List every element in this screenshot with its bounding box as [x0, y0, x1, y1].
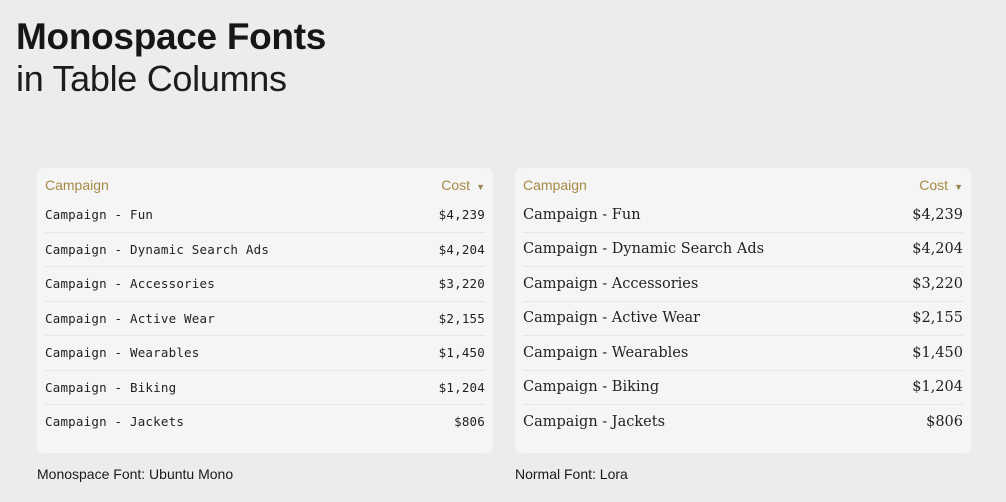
table-header: Campaign Cost ▼	[523, 172, 963, 198]
table-row: Campaign - Accessories $3,220	[523, 267, 963, 302]
campaign-cell: Campaign - Wearables	[45, 345, 200, 361]
cost-cell: $1,204	[438, 379, 485, 395]
column-header-cost-label: Cost	[441, 177, 471, 193]
campaign-cell: Campaign - Biking	[45, 379, 177, 395]
table-row: Campaign - Accessories $3,220	[45, 267, 485, 302]
table-header: Campaign Cost ▼	[45, 172, 485, 198]
column-header-campaign[interactable]: Campaign	[45, 177, 109, 193]
title-line-2: in Table Columns	[16, 58, 287, 99]
table-row: Campaign - Wearables $1,450	[45, 336, 485, 371]
title-line-1: Monospace Fonts	[16, 16, 327, 57]
table-body: Campaign - Fun $4,239 Campaign - Dynamic …	[45, 198, 485, 439]
campaign-cell: Campaign - Accessories	[523, 275, 699, 292]
caption-normal: Normal Font: Lora	[515, 466, 628, 482]
campaign-cell: Campaign - Wearables	[523, 344, 689, 361]
column-header-cost[interactable]: Cost ▼	[441, 177, 485, 193]
cost-cell: $1,450	[912, 344, 963, 361]
table-row: Campaign - Biking $1,204	[523, 371, 963, 405]
campaign-cell: Campaign - Active Wear	[45, 310, 215, 326]
monospace-table: Campaign Cost ▼ Campaign - Fun $4,239 Camp…	[37, 168, 493, 453]
cost-cell: $2,155	[438, 310, 485, 326]
table-row: Campaign - Active Wear $2,155	[45, 302, 485, 336]
cost-cell: $4,204	[438, 241, 485, 257]
table-row: Campaign - Biking $1,204	[45, 371, 485, 405]
table-body: Campaign - Fun $4,239 Campaign - Dynamic …	[523, 198, 963, 439]
campaign-cell: Campaign - Accessories	[45, 276, 215, 292]
campaign-cell: Campaign - Dynamic Search Ads	[45, 241, 270, 257]
column-header-cost-label: Cost	[919, 177, 949, 193]
campaign-cell: Campaign - Dynamic Search Ads	[523, 241, 765, 258]
cost-cell: $4,239	[438, 207, 485, 223]
table-row: Campaign - Wearables $1,450	[523, 336, 963, 371]
cost-cell: $4,204	[912, 241, 963, 258]
campaign-cell: Campaign - Fun	[45, 207, 154, 223]
slide-title: Monospace Fonts in Table Columns	[16, 18, 326, 97]
cost-cell: $3,220	[438, 276, 485, 292]
cost-cell: $806	[926, 413, 963, 430]
table-row: Campaign - Jackets $806	[523, 405, 963, 439]
campaign-cell: Campaign - Jackets	[45, 414, 185, 430]
sort-desc-icon: ▼	[476, 182, 485, 192]
cost-cell: $3,220	[912, 275, 963, 292]
column-header-cost[interactable]: Cost ▼	[919, 177, 963, 193]
table-row: Campaign - Fun $4,239	[523, 198, 963, 233]
table-row: Campaign - Active Wear $2,155	[523, 302, 963, 336]
cost-cell: $1,450	[438, 345, 485, 361]
table-row: Campaign - Dynamic Search Ads $4,204	[45, 233, 485, 267]
cost-cell: $2,155	[912, 310, 963, 327]
sort-desc-icon: ▼	[954, 182, 963, 192]
campaign-cell: Campaign - Biking	[523, 379, 660, 396]
caption-monospace: Monospace Font: Ubuntu Mono	[37, 466, 234, 482]
column-header-campaign[interactable]: Campaign	[523, 177, 587, 193]
cost-cell: $4,239	[912, 206, 963, 223]
campaign-cell: Campaign - Fun	[523, 206, 641, 223]
table-row: Campaign - Fun $4,239	[45, 198, 485, 233]
cost-cell: $1,204	[912, 379, 963, 396]
campaign-cell: Campaign - Jackets	[523, 413, 666, 430]
table-row: Campaign - Dynamic Search Ads $4,204	[523, 233, 963, 267]
serif-table: Campaign Cost ▼ Campaign - Fun $4,239 Camp…	[515, 168, 971, 453]
table-row: Campaign - Jackets $806	[45, 405, 485, 439]
campaign-cell: Campaign - Active Wear	[523, 310, 701, 327]
cost-cell: $806	[454, 414, 485, 430]
